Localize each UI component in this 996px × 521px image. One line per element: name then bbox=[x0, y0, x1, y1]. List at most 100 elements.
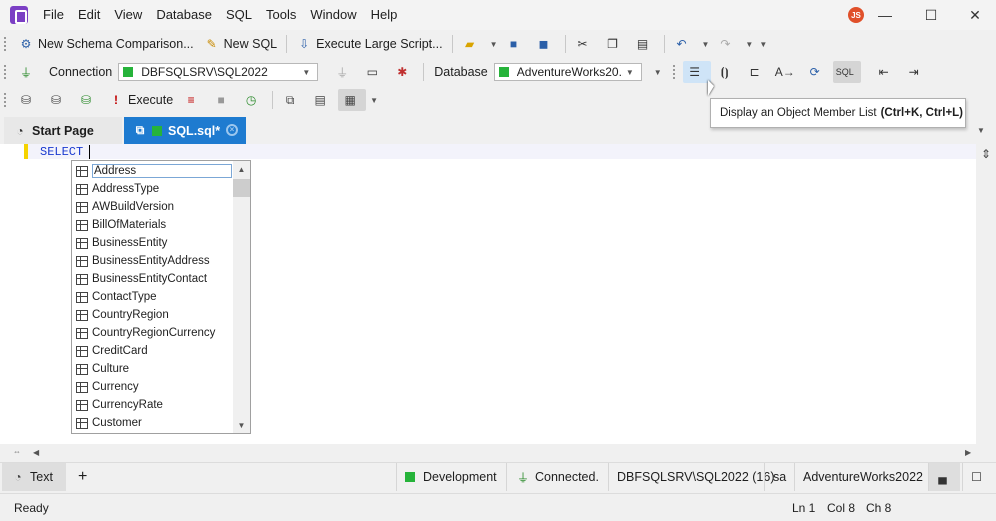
tab-sql-document[interactable]: ⧉ SQL.sql* × bbox=[124, 117, 246, 144]
scroll-left-arrow[interactable]: ◀ bbox=[33, 448, 39, 457]
disconnect-button[interactable]: ⏚ bbox=[330, 61, 358, 83]
editor-vertical-scrollbar[interactable]: ⇕ bbox=[976, 144, 996, 444]
db-action-button-2[interactable]: ⛁ bbox=[44, 89, 72, 111]
menu-window[interactable]: Window bbox=[303, 0, 363, 30]
add-view-button[interactable]: + bbox=[70, 463, 95, 491]
member-list-item[interactable]: BusinessEntityAddress bbox=[76, 252, 210, 270]
indent-button[interactable]: ⇥ bbox=[902, 61, 930, 83]
menu-database[interactable]: Database bbox=[149, 0, 219, 30]
undo-dropdown-arrow[interactable]: ▼ bbox=[702, 40, 710, 49]
sql-format-button[interactable]: SQL bbox=[832, 61, 861, 83]
member-list-item[interactable]: BillOfMaterials bbox=[76, 216, 166, 234]
member-list-item[interactable]: ContactType bbox=[76, 288, 157, 306]
save-button[interactable]: ■ bbox=[502, 33, 530, 55]
scroll-right-arrow[interactable]: ▶ bbox=[965, 448, 971, 457]
toggle-results-pane-button[interactable]: ▄ bbox=[928, 463, 960, 491]
member-list-item[interactable]: Customer bbox=[76, 414, 142, 432]
tabs-overflow-arrow[interactable]: ▼ bbox=[977, 126, 985, 135]
toolbar-grip[interactable] bbox=[4, 93, 7, 107]
member-list-item[interactable]: Culture bbox=[76, 360, 129, 378]
minimize-button[interactable]: — bbox=[862, 0, 908, 30]
line-number: Ln 1 bbox=[792, 501, 816, 515]
results-dropdown-arrow[interactable]: ▼ bbox=[370, 96, 378, 105]
member-list-item[interactable]: CountryRegion bbox=[76, 306, 169, 324]
execute-button[interactable]: ! Execute bbox=[104, 89, 177, 111]
member-list-item[interactable]: Address bbox=[76, 162, 232, 180]
menu-file[interactable]: File bbox=[36, 0, 71, 30]
results-grid-button[interactable]: ▦ bbox=[338, 89, 367, 111]
refresh-suggestions-button[interactable]: ⟳ bbox=[803, 61, 831, 83]
execute-current-button[interactable]: ≡ bbox=[179, 89, 207, 111]
query-profiler-button[interactable]: ▤ bbox=[308, 89, 336, 111]
menu-sql[interactable]: SQL bbox=[219, 0, 259, 30]
member-list-icon: ☰ bbox=[689, 65, 701, 79]
scroll-thumb[interactable] bbox=[233, 179, 250, 197]
table-icon bbox=[76, 201, 88, 213]
object-member-list-button[interactable]: ☰ bbox=[682, 61, 711, 83]
parameter-info-button[interactable]: ⦗⦘ bbox=[713, 61, 741, 83]
toolbar-grip[interactable] bbox=[672, 65, 676, 79]
member-list-scrollbar[interactable]: ▲ ▼ bbox=[233, 161, 250, 433]
quick-info-button[interactable]: ⊏ bbox=[743, 61, 771, 83]
connection-select[interactable]: DBFSQLSRV\SQL2022 ▼ bbox=[118, 63, 319, 81]
member-list-item-label: Currency bbox=[92, 381, 139, 393]
copy-button[interactable]: ❐ bbox=[601, 33, 629, 55]
member-list-item[interactable]: CountryRegionCurrency bbox=[76, 324, 215, 342]
results-pane-icon: ▄ bbox=[938, 470, 947, 484]
open-dropdown-arrow[interactable]: ▼ bbox=[490, 40, 498, 49]
table-icon bbox=[76, 399, 88, 411]
db-action-button-3[interactable]: ⛁ bbox=[74, 89, 102, 111]
member-list-item-label: CountryRegion bbox=[92, 309, 169, 321]
paste-button[interactable]: ▤ bbox=[631, 33, 659, 55]
member-list-item[interactable]: CreditCard bbox=[76, 342, 148, 360]
close-window-button[interactable]: ✕ bbox=[952, 0, 996, 30]
tab-start-page[interactable]: ◔ Start Page bbox=[4, 117, 122, 144]
scroll-up-arrow[interactable]: ▲ bbox=[233, 161, 250, 177]
text-view-tab[interactable]: ◔ Text bbox=[2, 463, 66, 491]
undo-button[interactable]: ↶ bbox=[670, 33, 698, 55]
member-list-item[interactable]: Currency bbox=[76, 378, 139, 396]
outdent-button[interactable]: ⇤ bbox=[872, 61, 900, 83]
member-list-item[interactable]: BusinessEntityContact bbox=[76, 270, 207, 288]
history-button[interactable]: ◷ bbox=[239, 89, 267, 111]
toolbar-grip[interactable] bbox=[4, 65, 7, 79]
member-list-item[interactable]: AddressType bbox=[76, 180, 159, 198]
member-list-item-label: Address bbox=[92, 164, 232, 178]
complete-word-button[interactable]: A→ bbox=[773, 61, 801, 83]
redo-button[interactable]: ↷ bbox=[713, 33, 741, 55]
connection-window-button[interactable]: ▭ bbox=[360, 61, 388, 83]
save-all-button[interactable]: ◼ bbox=[532, 33, 560, 55]
redo-dropdown-arrow[interactable]: ▼ bbox=[745, 40, 753, 49]
db-action-button-1[interactable]: ⛁ bbox=[14, 89, 42, 111]
tooltip-text: Display an Object Member List bbox=[720, 107, 877, 119]
connection-plug-button[interactable]: ⏚ bbox=[14, 61, 42, 83]
toolbar-grip[interactable] bbox=[4, 37, 7, 51]
database-select[interactable]: AdventureWorks20... ▼ bbox=[493, 63, 642, 81]
new-schema-comparison-button[interactable]: ⚙ New Schema Comparison... bbox=[14, 33, 198, 55]
database-status: AdventureWorks2022 bbox=[794, 463, 931, 491]
member-list-item[interactable]: CurrencyRate bbox=[76, 396, 163, 414]
member-list-item[interactable]: BusinessEntity bbox=[76, 234, 167, 252]
change-connection-button[interactable]: ✱ bbox=[390, 61, 418, 83]
maximize-button[interactable]: ☐ bbox=[908, 0, 954, 30]
editor-horizontal-scrollbar[interactable]: ⇔ ◀ ▶ bbox=[0, 444, 996, 462]
query-plan-button[interactable]: ⧉ bbox=[278, 89, 306, 111]
object-member-list[interactable]: Address AddressType AWBuildVersion BillOfMa… bbox=[71, 160, 251, 434]
menu-help[interactable]: Help bbox=[364, 0, 405, 30]
open-button[interactable]: ▰ bbox=[458, 33, 486, 55]
member-list-item[interactable]: AWBuildVersion bbox=[76, 198, 174, 216]
execute-large-script-button[interactable]: ⇩ Execute Large Script... bbox=[292, 33, 446, 55]
stop-button[interactable]: ■ bbox=[209, 89, 237, 111]
scroll-down-arrow[interactable]: ▼ bbox=[233, 417, 250, 433]
menu-view[interactable]: View bbox=[107, 0, 149, 30]
toolbar-overflow-arrow[interactable]: ▼ bbox=[759, 40, 767, 49]
char-number: Ch 8 bbox=[866, 501, 892, 515]
new-sql-button[interactable]: ✎ New SQL bbox=[200, 33, 282, 55]
menu-edit[interactable]: Edit bbox=[71, 0, 107, 30]
toggle-full-editor-button[interactable]: ☐ bbox=[962, 463, 994, 491]
cut-button[interactable]: ✂ bbox=[571, 33, 599, 55]
close-tab-icon[interactable]: × bbox=[226, 124, 238, 136]
menu-tools[interactable]: Tools bbox=[259, 0, 303, 30]
table-icon bbox=[76, 381, 88, 393]
database-overflow-arrow[interactable]: ▼ bbox=[654, 68, 662, 77]
